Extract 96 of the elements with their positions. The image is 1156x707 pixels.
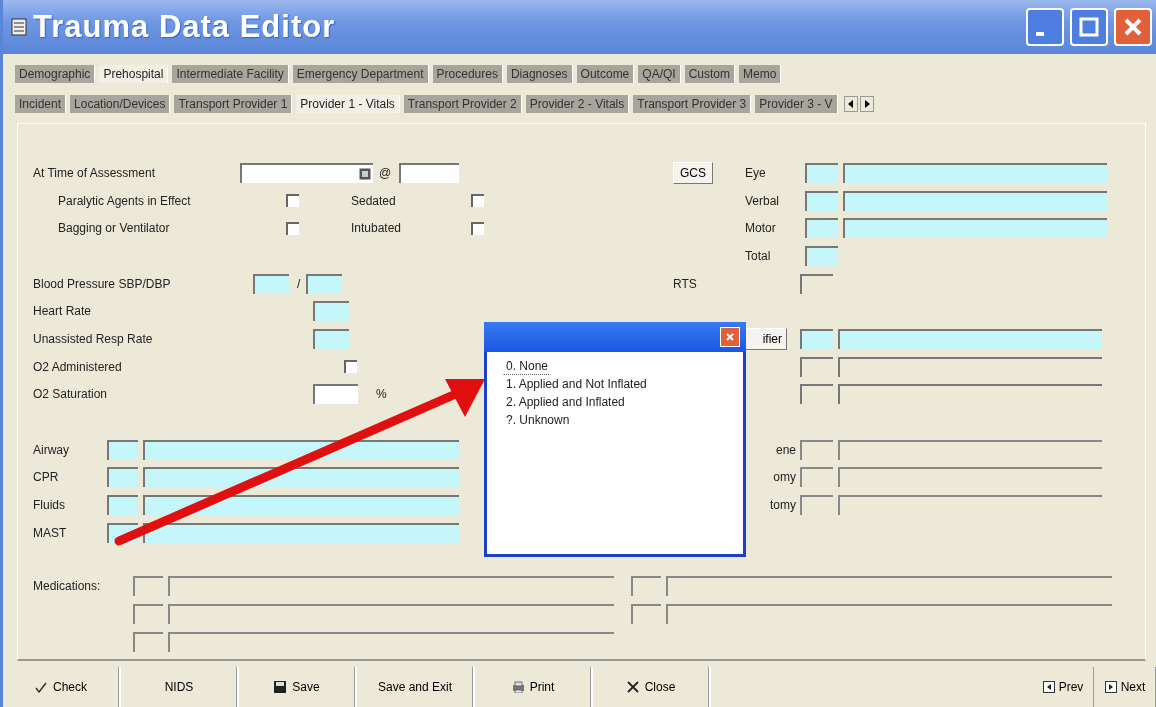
tab[interactable]: Provider 3 - V xyxy=(755,95,838,113)
tab[interactable]: Provider 1 - Vitals xyxy=(296,95,400,113)
field-label: CPR xyxy=(33,470,60,485)
minimize-icon xyxy=(1036,32,1044,36)
check-icon xyxy=(35,681,47,693)
description-field[interactable] xyxy=(143,495,459,516)
maximize-icon xyxy=(1079,17,1099,37)
field-label: Heart Rate xyxy=(33,304,93,319)
field-label: Eye xyxy=(745,165,767,180)
gcs-button[interactable]: GCS xyxy=(673,161,713,184)
checkbox[interactable] xyxy=(286,194,299,208)
code-field[interactable] xyxy=(805,245,838,266)
tab[interactable]: Location/Devices xyxy=(70,95,171,113)
code-field[interactable] xyxy=(107,439,138,460)
tab[interactable]: QA/QI xyxy=(638,65,681,83)
tab[interactable]: Outcome xyxy=(576,65,635,83)
description-field[interactable] xyxy=(143,467,459,488)
tab[interactable]: Prehospital xyxy=(99,65,169,83)
field-label: Total xyxy=(745,248,772,263)
close-icon xyxy=(725,332,735,342)
checkbox[interactable] xyxy=(286,221,299,235)
code-field[interactable] xyxy=(805,218,838,239)
field-label: O2 Saturation xyxy=(33,387,109,402)
checkbox-label: Paralytic Agents in Effect xyxy=(58,193,192,208)
description-field[interactable] xyxy=(143,439,459,460)
input-field[interactable] xyxy=(306,273,343,294)
tab[interactable]: Transport Provider 1 xyxy=(174,95,293,113)
calendar-icon xyxy=(359,167,371,180)
list-item[interactable]: 1. Applied and Not Inflated xyxy=(503,375,650,393)
description-field[interactable] xyxy=(843,218,1107,239)
date-field[interactable] xyxy=(240,162,373,183)
tab[interactable]: Incident xyxy=(15,95,67,113)
field-label: tomy xyxy=(769,498,797,513)
checkbox[interactable] xyxy=(471,221,484,235)
field-label: O2 Administered xyxy=(33,359,123,374)
at-sign: @ xyxy=(379,165,392,180)
tab[interactable]: Emergency Department xyxy=(292,65,429,83)
printer-icon xyxy=(511,681,524,693)
field-label: ene xyxy=(774,442,797,457)
minimize-button[interactable] xyxy=(1026,8,1064,46)
modifier-button[interactable]: ifier xyxy=(745,327,787,350)
field-label: MAST xyxy=(33,525,68,540)
scroll-right-icon xyxy=(859,96,874,112)
window-title: Trauma Data Editor xyxy=(33,9,336,45)
list-item[interactable]: 0. None xyxy=(503,357,552,375)
field-label: omy xyxy=(772,470,797,485)
scroll-left-icon xyxy=(843,96,858,112)
code-field[interactable] xyxy=(805,190,838,211)
maximize-button[interactable] xyxy=(1070,8,1108,46)
checkbox[interactable] xyxy=(471,194,484,208)
close-button[interactable] xyxy=(1114,8,1152,46)
input-field[interactable] xyxy=(313,301,349,322)
field-label: Medications: xyxy=(33,579,102,594)
time-field[interactable] xyxy=(399,162,460,183)
list-item[interactable]: 2. Applied and Inflated xyxy=(503,393,628,411)
tab[interactable]: Demographic xyxy=(15,65,96,83)
tab[interactable]: Provider 2 - Vitals xyxy=(525,95,630,113)
tab[interactable]: Diagnoses xyxy=(506,65,573,83)
list-item[interactable]: ?. Unknown xyxy=(503,411,573,429)
checkbox-label: Bagging or Ventilator xyxy=(58,221,171,236)
input-field[interactable] xyxy=(253,273,289,294)
close-icon xyxy=(626,681,639,693)
arrow-left-icon xyxy=(1042,681,1055,693)
field-label: RTS xyxy=(673,276,698,291)
field-label: At Time of Assessment xyxy=(33,165,157,180)
description-field[interactable] xyxy=(838,328,1102,349)
field-label: Motor xyxy=(745,221,777,236)
list-icon xyxy=(11,17,27,37)
description-field[interactable] xyxy=(843,190,1107,211)
tab[interactable]: Procedures xyxy=(432,65,503,83)
checkbox-label: Intubated xyxy=(351,221,403,236)
tab[interactable]: Custom xyxy=(684,65,735,83)
code-field[interactable] xyxy=(800,328,833,349)
slash: / xyxy=(297,276,301,291)
close-button[interactable] xyxy=(720,327,740,347)
unit-label: % xyxy=(376,387,387,402)
field-label: Airway xyxy=(33,442,70,457)
checkbox-label: Sedated xyxy=(351,193,397,208)
tab[interactable]: Transport Provider 2 xyxy=(403,95,522,113)
input-field[interactable] xyxy=(313,328,349,349)
close-icon xyxy=(1123,17,1143,37)
field-label: Verbal xyxy=(745,193,781,208)
description-field[interactable] xyxy=(843,162,1107,183)
tab[interactable]: Transport Provider 3 xyxy=(633,95,752,113)
code-field[interactable] xyxy=(107,495,138,516)
field-label: Unassisted Resp Rate xyxy=(33,331,154,346)
arrow-right-icon xyxy=(1104,681,1117,693)
field-label: Blood Pressure SBP/DBP xyxy=(33,276,172,291)
tab[interactable]: Intermediate Facility xyxy=(172,65,289,83)
code-field[interactable] xyxy=(805,162,838,183)
input-field[interactable] xyxy=(313,384,358,405)
description-field[interactable] xyxy=(143,522,459,543)
checkbox[interactable] xyxy=(344,360,357,374)
tab[interactable]: Memo xyxy=(739,65,782,83)
code-field[interactable] xyxy=(107,467,138,488)
field-label: Fluids xyxy=(33,498,66,513)
